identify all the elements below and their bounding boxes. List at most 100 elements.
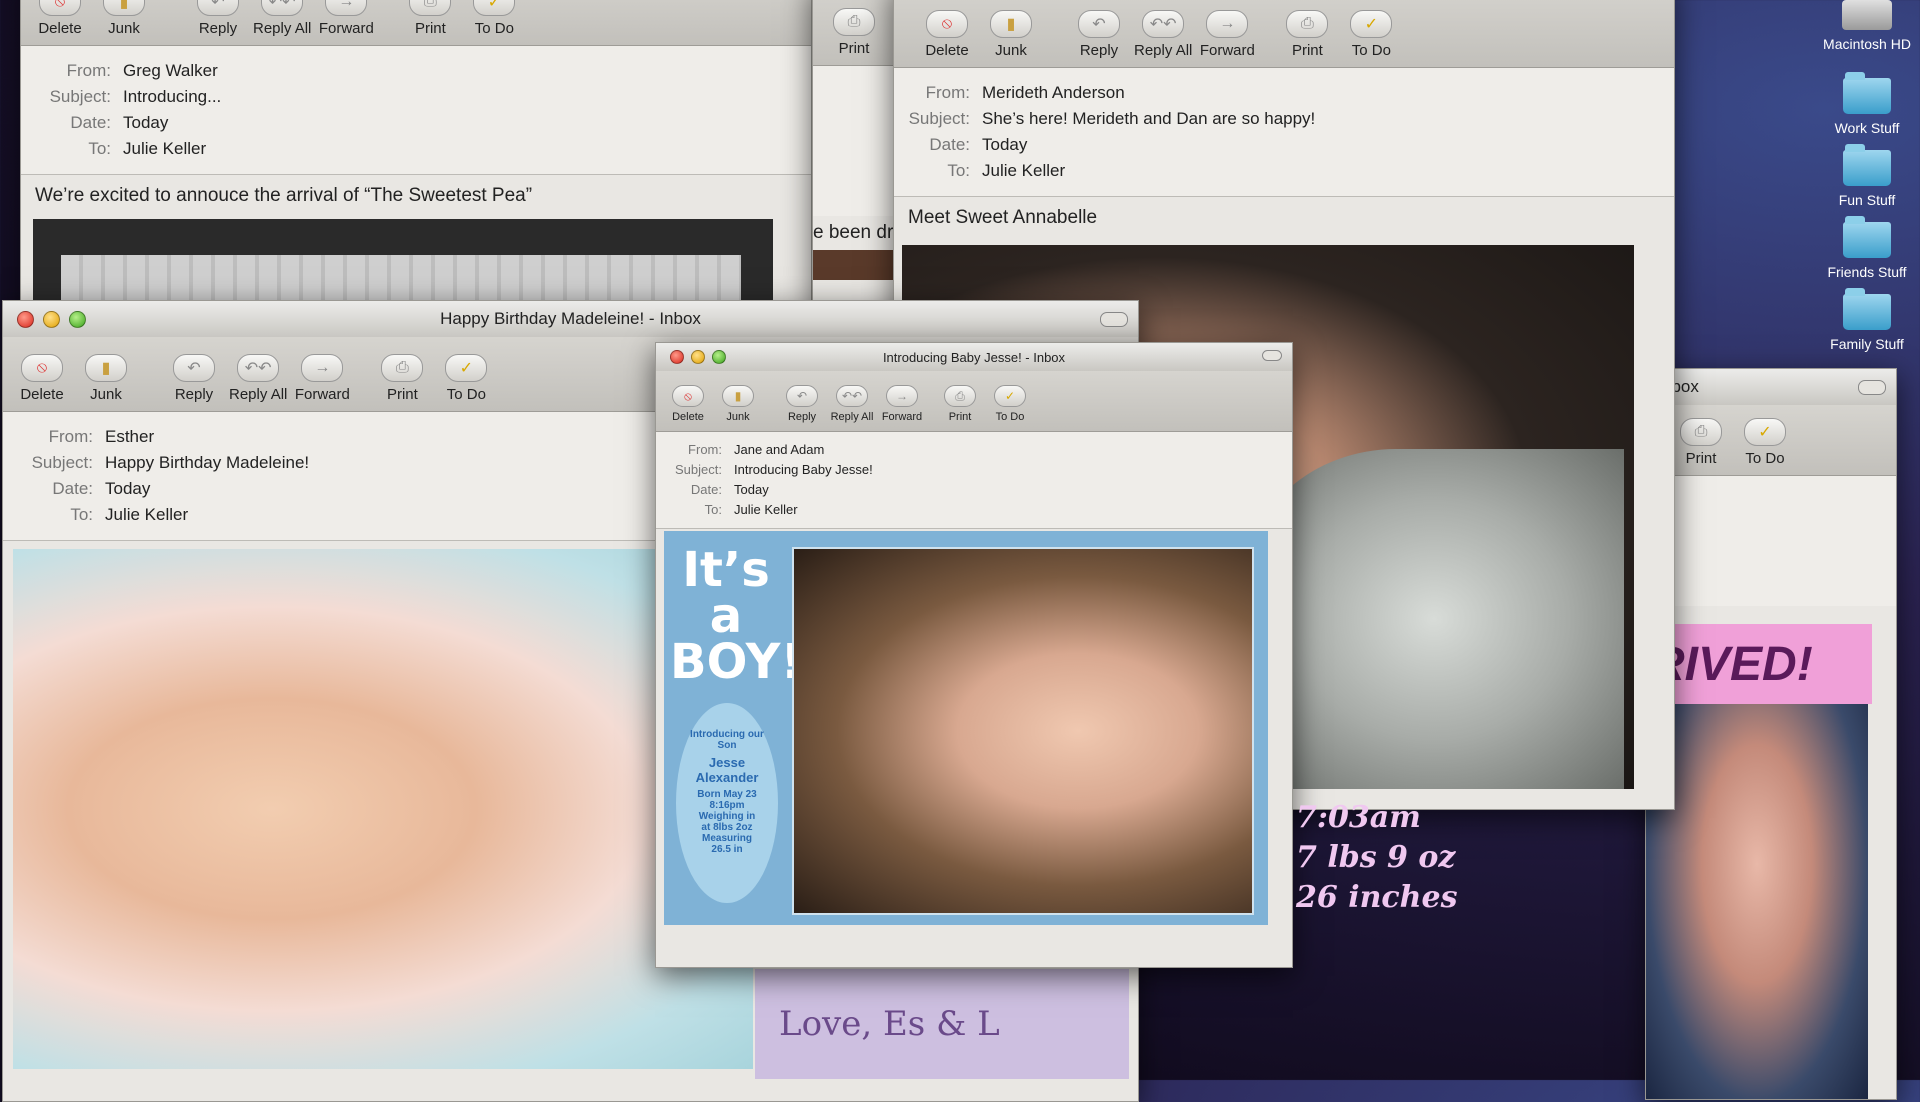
todo-button[interactable]: ✓ To Do — [1342, 10, 1400, 59]
forward-button[interactable]: → Forward — [293, 354, 351, 403]
reply-all-icon: ↶↶ — [836, 385, 868, 407]
delete-icon: ⦸ — [21, 354, 63, 382]
mail-window-greg: ⦸ Delete ▮ Junk ↶ Reply ↶↶ Reply All → Forwar… — [20, 0, 812, 312]
todo-button[interactable]: ✓ To Do — [1736, 418, 1794, 467]
todo-button[interactable]: ✓ To Do — [465, 0, 523, 37]
message-headers: From: Greg Walker Subject: Introducing... … — [21, 46, 811, 175]
folder-icon — [1843, 216, 1891, 258]
delete-icon: ⦸ — [672, 385, 704, 407]
zoom-button[interactable] — [69, 311, 86, 328]
print-button[interactable]: ⎙ Print — [938, 385, 982, 423]
card-headline-line: a — [709, 588, 743, 644]
card-headline: It’s a BOY! — [670, 542, 802, 686]
signature-text: Love, Es & L — [779, 1004, 1000, 1044]
close-button[interactable] — [670, 350, 684, 364]
to-label: To: — [947, 161, 970, 180]
toolbar-toggle-button[interactable] — [1262, 350, 1282, 361]
forward-icon: → — [325, 0, 368, 16]
junk-button[interactable]: ▮ Junk — [95, 0, 153, 37]
print-button[interactable]: ⎙ Print — [1672, 418, 1730, 467]
zoom-button[interactable] — [712, 350, 726, 364]
from-value: Greg Walker — [123, 61, 218, 80]
junk-icon: ▮ — [103, 0, 145, 16]
birth-time: 7:03am — [1296, 800, 1421, 835]
subject-value: Happy Birthday Madeleine! — [105, 453, 310, 472]
reply-button[interactable]: ↶ Reply — [165, 354, 223, 403]
junk-button[interactable]: ▮ Junk — [77, 354, 135, 403]
reply-all-button[interactable]: ↶↶ Reply All — [253, 0, 311, 37]
date-label: Date: — [52, 479, 93, 498]
desktop-icon-macintosh-hd[interactable]: Macintosh HD — [1812, 0, 1920, 52]
desktop-icon-label: Family Stuff — [1830, 336, 1904, 352]
desktop-icon-friends-stuff[interactable]: Friends Stuff — [1812, 216, 1920, 280]
subject-value: Introducing Baby Jesse! — [734, 462, 873, 477]
reply-button[interactable]: ↶ Reply — [780, 385, 824, 423]
print-button[interactable]: ⎙ Print — [825, 8, 883, 57]
from-value: Jane and Adam — [734, 442, 825, 457]
desktop-icon-label: Fun Stuff — [1838, 192, 1896, 208]
junk-icon: ▮ — [990, 10, 1032, 38]
reply-button[interactable]: ↶ Reply — [1070, 10, 1128, 59]
desktop-icon-label: Macintosh HD — [1823, 36, 1911, 52]
minimize-button[interactable] — [43, 311, 60, 328]
print-button[interactable]: ⎙ Print — [401, 0, 459, 37]
junk-button[interactable]: ▮ Junk — [982, 10, 1040, 59]
forward-button[interactable]: → Forward — [880, 385, 924, 423]
reply-all-button[interactable]: ↶↶ Reply All — [1134, 10, 1192, 59]
forward-button[interactable]: → Forward — [317, 0, 375, 37]
date-value: Today — [123, 113, 169, 132]
delete-button[interactable]: ⦸ Delete — [31, 0, 89, 37]
desktop-icon-family-stuff[interactable]: Family Stuff — [1812, 288, 1920, 352]
delete-button[interactable]: ⦸ Delete — [918, 10, 976, 59]
from-label: From: — [688, 442, 722, 457]
to-value: Julie Keller — [734, 502, 798, 517]
print-button[interactable]: ⎙ Print — [1278, 10, 1336, 59]
close-button[interactable] — [17, 311, 34, 328]
card-intro: Introducing our Son — [690, 729, 764, 751]
todo-button[interactable]: ✓ To Do — [988, 385, 1032, 423]
folder-icon — [1843, 288, 1891, 330]
from-label: From: — [48, 427, 93, 446]
message-body: Meet Sweet Annabelle — [908, 207, 1098, 228]
delete-button[interactable]: ⦸ Delete — [13, 354, 71, 403]
desktop-icon-fun-stuff[interactable]: Fun Stuff — [1812, 144, 1920, 208]
signature-panel: Love, Es & L — [755, 969, 1129, 1079]
forward-button[interactable]: → Forward — [1198, 10, 1256, 59]
todo-button[interactable]: ✓ To Do — [437, 354, 495, 403]
baby-photo — [792, 547, 1254, 915]
folder-icon — [1843, 144, 1891, 186]
print-icon: ⎙ — [833, 8, 875, 36]
birth-length: 26 inches — [1296, 880, 1458, 915]
delete-button[interactable]: ⦸ Delete — [666, 385, 710, 423]
forward-icon: → — [301, 354, 344, 382]
checkmark-icon: ✓ — [994, 385, 1026, 407]
toolbar: ⦸ Delete ▮ Junk ↶ Reply ↶↶ Reply All → Forwar… — [894, 0, 1674, 68]
to-value: Julie Keller — [105, 505, 189, 524]
junk-icon: ▮ — [85, 354, 127, 382]
minimize-button[interactable] — [691, 350, 705, 364]
reply-icon: ↶ — [786, 385, 818, 407]
card-headline-line: It’s — [682, 542, 770, 598]
junk-button[interactable]: ▮ Junk — [716, 385, 760, 423]
card-name: Jesse Alexander — [695, 755, 759, 785]
checkmark-icon: ✓ — [1350, 10, 1393, 38]
reply-button[interactable]: ↶ Reply — [189, 0, 247, 37]
birth-announcement-card: It’s a BOY! Introducing our Son Jesse Al… — [664, 531, 1268, 925]
window-titlebar: Happy Birthday Madeleine! - Inbox — [3, 301, 1138, 337]
desktop-icon-label: Friends Stuff — [1827, 264, 1907, 280]
reply-all-button[interactable]: ↶↶ Reply All — [229, 354, 287, 403]
reply-all-button[interactable]: ↶↶ Reply All — [830, 385, 874, 423]
print-icon: ⎙ — [381, 354, 424, 382]
print-icon: ⎙ — [944, 385, 976, 407]
from-label: From: — [66, 61, 111, 80]
toolbar-toggle-button[interactable] — [1100, 312, 1128, 327]
date-value: Today — [105, 479, 151, 498]
toolbar-toggle-button[interactable] — [1858, 380, 1886, 395]
delete-icon: ⦸ — [926, 10, 968, 38]
forward-icon: → — [1206, 10, 1249, 38]
desktop-icon-work-stuff[interactable]: Work Stuff — [1812, 72, 1920, 136]
print-button[interactable]: ⎙ Print — [373, 354, 431, 403]
birth-stats-overlay: 7:03am 7 lbs 9 oz 26 inches — [1296, 798, 1457, 918]
subject-label: Subject: — [675, 462, 722, 477]
announcement-banner: RIVED! — [1646, 624, 1872, 704]
